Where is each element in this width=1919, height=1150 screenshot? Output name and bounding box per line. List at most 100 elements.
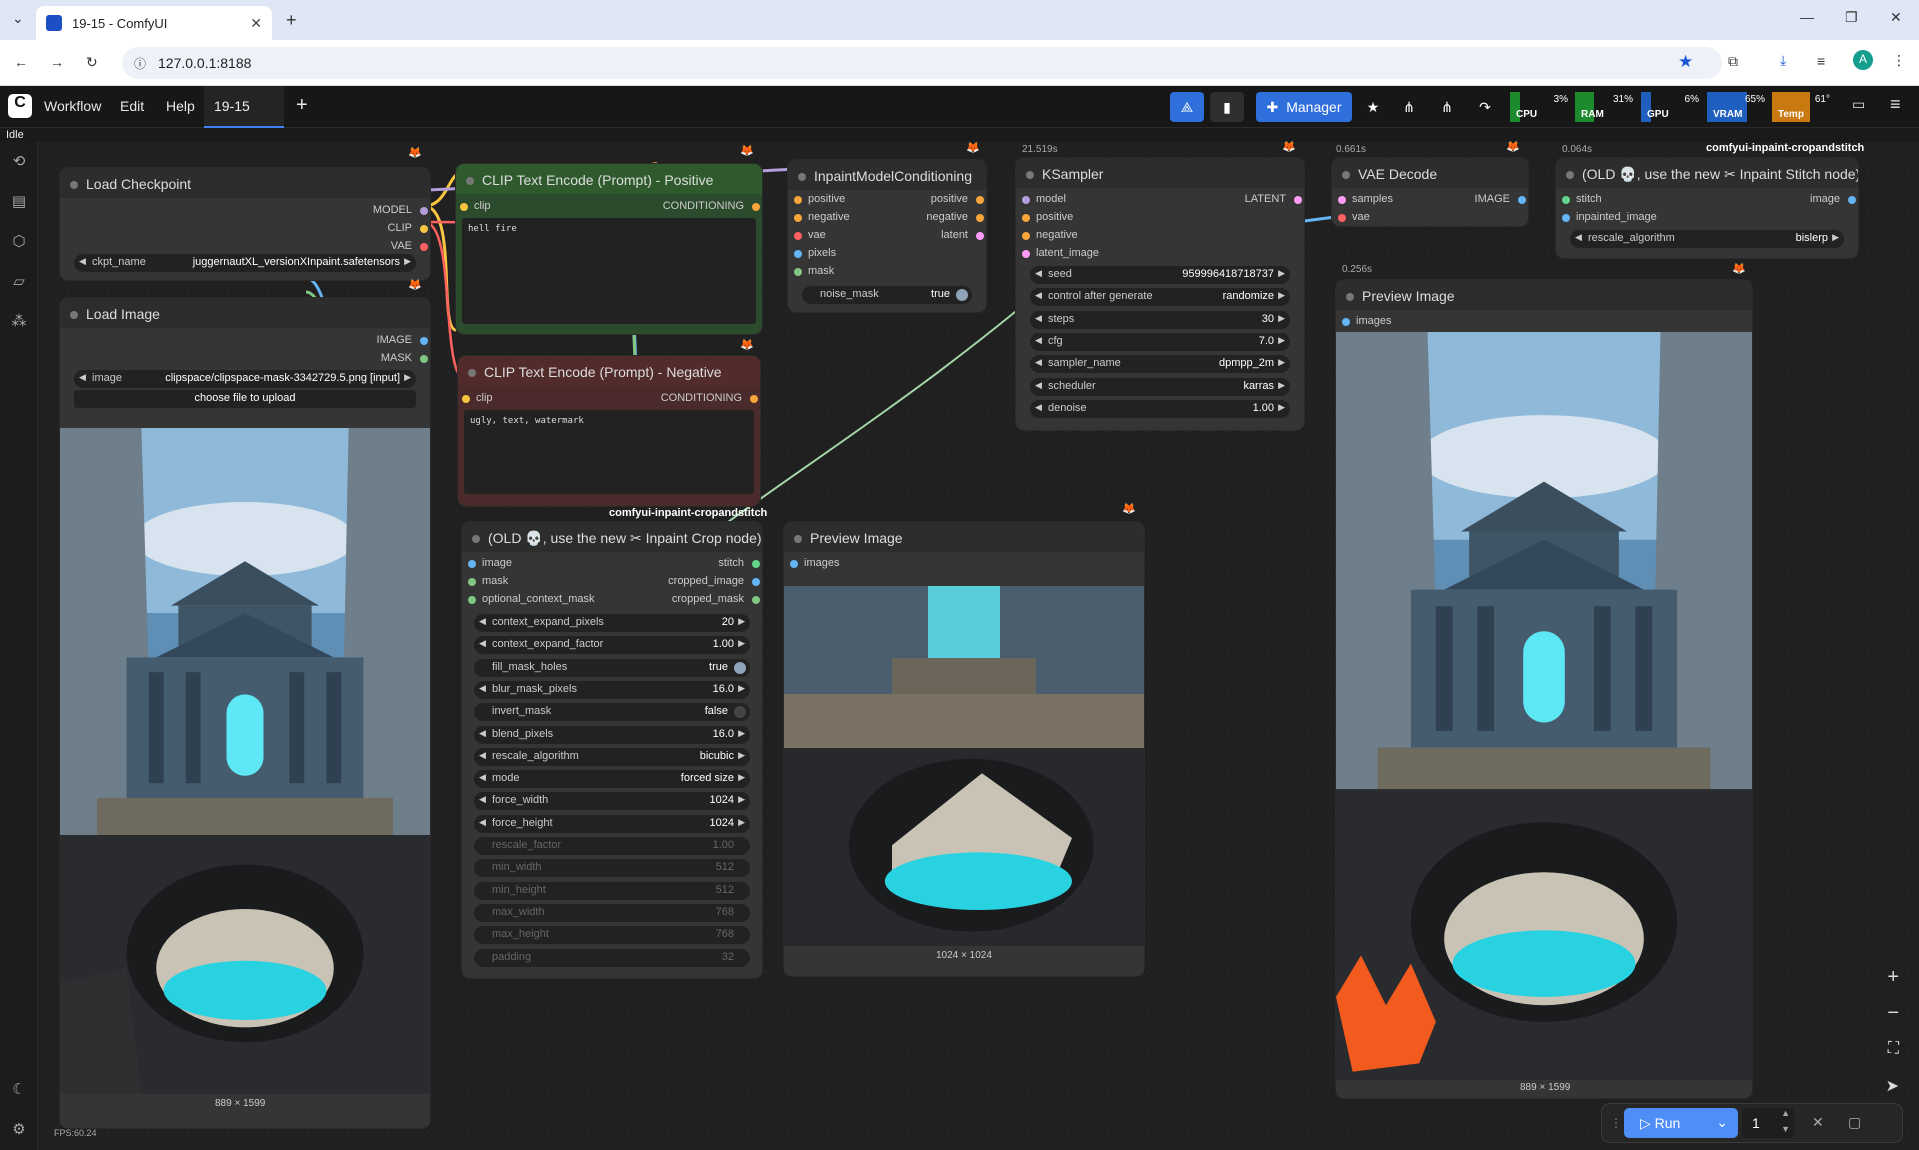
- reload-icon[interactable]: ↻: [86, 54, 98, 71]
- output-dot[interactable]: [420, 207, 428, 215]
- close-window-icon[interactable]: ✕: [1890, 9, 1902, 26]
- downloads-icon[interactable]: ⤓: [1780, 52, 1786, 69]
- browser-menu-icon[interactable]: ⋮: [1892, 52, 1906, 69]
- browser-tab[interactable]: 19-15 - ComfyUI ✕: [36, 6, 272, 40]
- node-title[interactable]: KSampler: [1016, 158, 1304, 188]
- increment-arrow-icon[interactable]: ▶: [1832, 232, 1839, 243]
- increment-arrow-icon[interactable]: ▶: [1278, 290, 1285, 301]
- workflow-tab[interactable]: 19-15: [204, 86, 284, 128]
- node-inpaint-model-conditioning[interactable]: InpaintModelConditioning positive negative…: [788, 160, 986, 312]
- output-dot[interactable]: [976, 232, 984, 240]
- bookmark-star-icon[interactable]: ★: [1678, 52, 1693, 72]
- node-title[interactable]: Preview Image: [784, 522, 1144, 552]
- output-dot[interactable]: [976, 196, 984, 204]
- forward-icon[interactable]: →: [50, 54, 64, 70]
- decrement-arrow-icon[interactable]: ◀: [1035, 402, 1042, 413]
- input-dot[interactable]: [1342, 318, 1350, 326]
- toggle-knob[interactable]: [734, 706, 746, 719]
- crop-widget-blend_pixels[interactable]: blend_pixels 16.0 ◀ ▶: [474, 725, 750, 744]
- increment-arrow-icon[interactable]: ▶: [738, 817, 745, 828]
- profile-avatar[interactable]: A: [1853, 50, 1873, 70]
- decrement-arrow-icon[interactable]: ◀: [479, 772, 486, 783]
- restore-icon[interactable]: ❐: [1845, 9, 1858, 26]
- output-dot[interactable]: [750, 395, 758, 403]
- new-tab-icon[interactable]: +: [286, 10, 297, 31]
- extensions-icon[interactable]: ⧉: [1728, 53, 1738, 70]
- menu-workflow[interactable]: Workflow: [44, 98, 101, 114]
- prompt-textarea[interactable]: hell fire: [462, 218, 756, 324]
- ksampler-widget-sampler_name[interactable]: sampler_name dpmpp_2m ◀ ▶: [1030, 355, 1290, 374]
- node-load-checkpoint[interactable]: Load Checkpoint MODEL CLIP VAE ckpt_name jugg…: [60, 168, 430, 280]
- zoom-out-icon[interactable]: −: [1887, 1002, 1899, 1025]
- image-select-widget[interactable]: image clipspace/clipspace-mask-3342729.5.…: [74, 370, 416, 388]
- node-title[interactable]: VAE Decode: [1332, 158, 1528, 188]
- decrement-arrow-icon[interactable]: ◀: [79, 256, 86, 267]
- url-field[interactable]: ⓘ 127.0.0.1:8188: [122, 47, 1722, 79]
- crop-widget-force_width[interactable]: force_width 1024 ◀ ▶: [474, 792, 750, 811]
- settings-icon[interactable]: ⚙: [10, 1120, 28, 1138]
- node-title[interactable]: Preview Image: [1336, 280, 1752, 310]
- model-icon[interactable]: ⋔: [1394, 92, 1424, 122]
- node-preview-image-right[interactable]: Preview Image images 889 × 1599: [1336, 280, 1752, 1098]
- output-dot[interactable]: [420, 337, 428, 345]
- media-icon[interactable]: ≡: [1817, 53, 1825, 69]
- upload-button[interactable]: choose file to upload: [74, 390, 416, 408]
- decrement-arrow-icon[interactable]: ◀: [1035, 290, 1042, 301]
- decrement-arrow-icon[interactable]: ◀: [1575, 232, 1582, 243]
- queue-icon[interactable]: ▤: [10, 192, 28, 210]
- ksampler-widget-control-after-generate[interactable]: control after generate randomize ◀ ▶: [1030, 288, 1290, 307]
- node-title[interactable]: InpaintModelConditioning: [788, 160, 986, 190]
- node-inpaint-crop[interactable]: (OLD 💀, use the new ✂ Inpaint Crop node)…: [462, 522, 762, 978]
- output-dot[interactable]: [752, 560, 760, 568]
- node-preview-image-mid[interactable]: Preview Image images 1024 × 1024: [784, 522, 1144, 976]
- site-info-icon[interactable]: ⓘ: [134, 55, 146, 72]
- decrement-arrow-icon[interactable]: ◀: [1035, 313, 1042, 324]
- node-library-icon[interactable]: ⬡: [10, 232, 28, 250]
- crop-widget-context_expand_pixels[interactable]: context_expand_pixels 20 ◀ ▶: [474, 614, 750, 632]
- rescale-algorithm-widget[interactable]: rescale_algorithm bislerp ◀ ▶: [1570, 230, 1844, 248]
- output-dot[interactable]: [1294, 196, 1302, 204]
- output-dot[interactable]: [420, 243, 428, 251]
- menu-help[interactable]: Help: [166, 98, 195, 114]
- decrement-arrow-icon[interactable]: ◀: [1035, 335, 1042, 346]
- node-title[interactable]: CLIP Text Encode (Prompt) - Negative: [458, 356, 760, 386]
- decrement-arrow-icon[interactable]: ◀: [479, 750, 486, 761]
- increment-arrow-icon[interactable]: ▶: [738, 772, 745, 783]
- input-dot[interactable]: [1338, 214, 1346, 222]
- node-title[interactable]: Load Checkpoint: [60, 168, 430, 198]
- node-vae-decode[interactable]: VAE Decode samples vae IMAGE: [1332, 158, 1528, 226]
- input-dot[interactable]: [1022, 250, 1030, 258]
- increment-arrow-icon[interactable]: ▶: [738, 683, 745, 694]
- input-dot[interactable]: [794, 196, 802, 204]
- ksampler-widget-cfg[interactable]: cfg 7.0 ◀ ▶: [1030, 332, 1290, 351]
- decrement-arrow-icon[interactable]: ◀: [479, 794, 486, 805]
- toggle-knob[interactable]: [734, 661, 746, 674]
- crop-widget-fill_mask_holes[interactable]: fill_mask_holes true: [474, 658, 750, 677]
- input-dot[interactable]: [1562, 196, 1570, 204]
- run-options-chevron-icon[interactable]: ⌄: [1716, 1114, 1728, 1131]
- tab-list-icon[interactable]: ⌄: [12, 10, 24, 27]
- decrement-arrow-icon[interactable]: ◀: [479, 728, 486, 739]
- prompt-textarea[interactable]: ugly, text, watermark: [464, 410, 754, 494]
- input-dot[interactable]: [794, 268, 802, 276]
- decrement-arrow-icon[interactable]: ◀: [479, 616, 486, 627]
- output-dot[interactable]: [976, 214, 984, 222]
- new-workflow-icon[interactable]: +: [296, 94, 308, 117]
- decrement-arrow-icon[interactable]: ◀: [479, 817, 486, 828]
- hamburger-icon[interactable]: ≡: [1890, 94, 1901, 115]
- input-dot[interactable]: [790, 560, 798, 568]
- output-dot[interactable]: [420, 225, 428, 233]
- stop-icon[interactable]: ▢: [1848, 1114, 1861, 1131]
- share-icon[interactable]: ↷: [1470, 92, 1500, 122]
- output-dot[interactable]: [752, 596, 760, 604]
- crop-widget-invert_mask[interactable]: invert_mask false: [474, 703, 750, 722]
- zoom-in-icon[interactable]: +: [1887, 966, 1899, 989]
- comfy-hub-icon[interactable]: ⟁: [1170, 92, 1204, 122]
- noise-mask-toggle[interactable]: noise_mask true: [802, 286, 972, 304]
- node-title[interactable]: (OLD 💀, use the new ✂ Inpaint Crop node): [462, 522, 762, 552]
- input-dot[interactable]: [794, 214, 802, 222]
- batch-count-input[interactable]: 1 ▲ ▼: [1742, 1108, 1794, 1138]
- input-dot[interactable]: [794, 250, 802, 258]
- input-dot[interactable]: [460, 203, 468, 211]
- increment-arrow-icon[interactable]: ▶: [738, 750, 745, 761]
